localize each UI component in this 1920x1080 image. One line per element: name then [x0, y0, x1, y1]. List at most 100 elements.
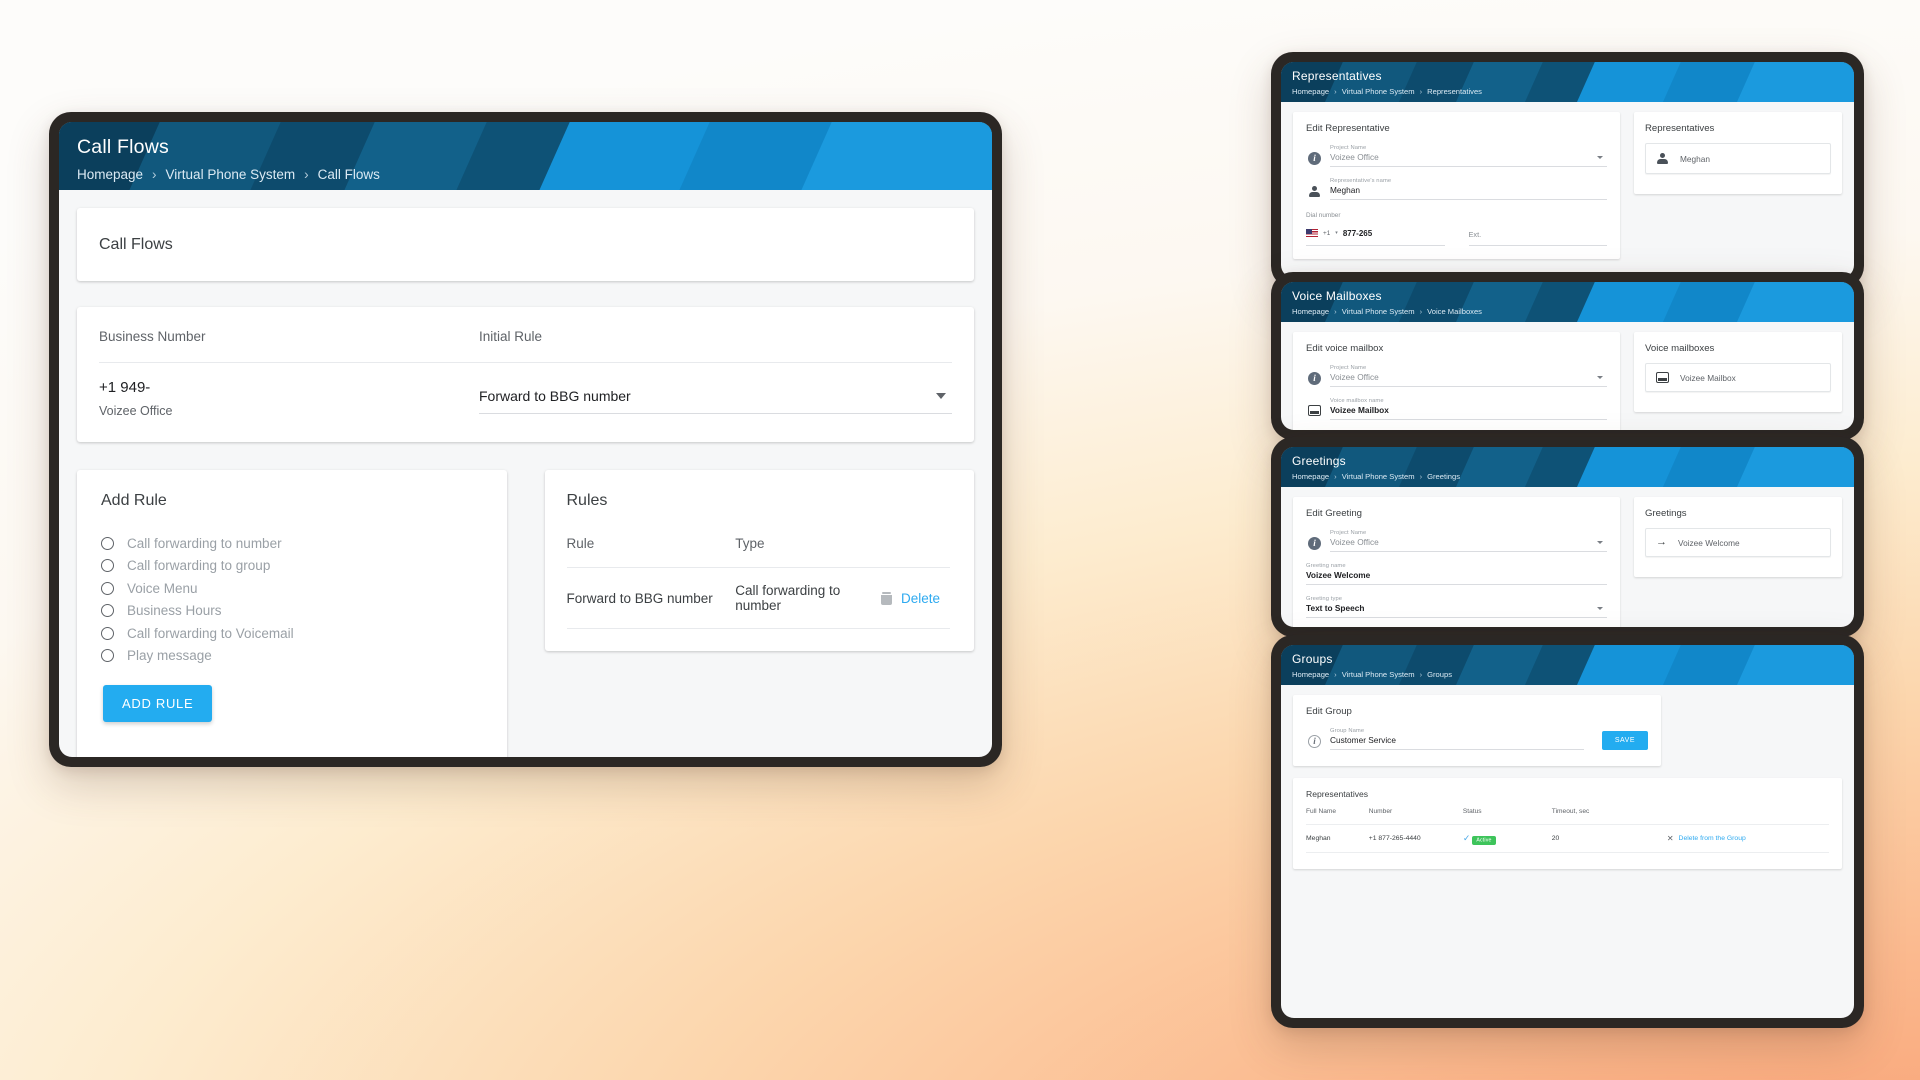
- chevron-right-icon: ›: [1334, 87, 1337, 96]
- field-project-name[interactable]: i Project Name Voizee Office: [1306, 530, 1607, 552]
- radio-icon[interactable]: [101, 536, 114, 550]
- breadcrumb-item-vps[interactable]: Virtual Phone System: [1342, 670, 1415, 679]
- chevron-down-icon: [936, 393, 946, 399]
- voice-mailboxes-window: Voice Mailboxes Homepage › Virtual Phone…: [1271, 272, 1864, 440]
- chevron-right-icon: ›: [1419, 87, 1423, 96]
- field-representative-name[interactable]: Representative's name Meghan: [1306, 178, 1607, 200]
- page-banner: Call Flows Homepage › Virtual Phone Syst…: [59, 122, 992, 190]
- field-greeting-type[interactable]: Greeting type Text to Speech: [1306, 596, 1607, 618]
- radio-icon[interactable]: [101, 649, 114, 663]
- panel-title: Voice Mailboxes: [1292, 289, 1382, 303]
- radio-option[interactable]: Call forwarding to number: [101, 532, 483, 555]
- call-flows-title-card: Call Flows: [77, 208, 974, 281]
- breadcrumb-item-homepage[interactable]: Homepage: [1292, 87, 1329, 96]
- field-project-name[interactable]: i Project Name Voizee Office: [1306, 145, 1607, 167]
- panel-content: Edit Group i Group Name Customer Service…: [1281, 685, 1854, 879]
- field-label: Greeting type: [1306, 596, 1343, 602]
- list-item[interactable]: Voizee Mailbox: [1645, 363, 1831, 392]
- delete-from-group-button[interactable]: ✕ Delete from the Group: [1667, 834, 1746, 843]
- person-icon: [1308, 185, 1321, 198]
- initial-rule-value: Forward to BBG number: [479, 388, 631, 404]
- panel-content: Edit Greeting i Project Name Voizee Offi…: [1281, 487, 1854, 627]
- close-icon: ✕: [1666, 834, 1674, 843]
- field-greeting-name[interactable]: Greeting name Voizee Welcome: [1306, 563, 1607, 585]
- rep-full-name-link[interactable]: Meghan: [1306, 824, 1369, 853]
- table-header-row: Full Name Number Status Timeout, sec: [1306, 808, 1829, 825]
- ext-label: Ext.: [1468, 230, 1482, 239]
- breadcrumb-item-homepage[interactable]: Homepage: [1292, 670, 1329, 679]
- chevron-right-icon: ›: [1419, 472, 1423, 481]
- breadcrumb-item-current: Call Flows: [317, 167, 380, 182]
- main-content: Call Flows Business Number Initial Rule …: [59, 190, 992, 757]
- breadcrumb-item-current: Groups: [1427, 670, 1453, 679]
- status-badge: Active: [1472, 835, 1496, 845]
- radio-option[interactable]: Call forwarding to group: [101, 555, 483, 578]
- breadcrumb-item-vps[interactable]: Virtual Phone System: [1342, 87, 1415, 96]
- field-label: Project Name: [1330, 145, 1367, 151]
- radio-icon[interactable]: [101, 559, 114, 573]
- radio-label: Play message: [127, 648, 212, 664]
- section-title: Call Flows: [99, 235, 173, 253]
- chevron-down-icon: [1597, 376, 1603, 379]
- field-label: Project Name: [1330, 530, 1367, 536]
- mailbox-icon: [1656, 372, 1669, 383]
- representatives-list-card: Representatives Meghan: [1634, 112, 1842, 194]
- edit-representative-card: Edit Representative i Project Name Voize…: [1293, 112, 1620, 259]
- breadcrumb-item-homepage[interactable]: Homepage: [77, 167, 143, 182]
- field-group-name[interactable]: i Group Name Customer Service: [1306, 728, 1584, 750]
- radio-icon[interactable]: [101, 626, 114, 640]
- person-icon: [1656, 152, 1669, 165]
- list-item[interactable]: Meghan: [1645, 143, 1831, 174]
- radio-icon[interactable]: [101, 604, 114, 618]
- breadcrumb-item-homepage[interactable]: Homepage: [1292, 307, 1329, 316]
- column-header-actions: [881, 536, 950, 568]
- list-item-label: Meghan: [1680, 153, 1710, 164]
- column-header-type: Type: [735, 536, 765, 551]
- group-representatives-table: Full Name Number Status Timeout, sec Meg…: [1306, 808, 1829, 853]
- greetings-screen: Greetings Homepage › Virtual Phone Syste…: [1281, 447, 1854, 627]
- breadcrumb-item-vps[interactable]: Virtual Phone System: [166, 167, 296, 182]
- initial-rule-select[interactable]: Forward to BBG number: [479, 385, 952, 414]
- rules-table-header: Rule Type: [567, 536, 951, 568]
- side-list-title: Greetings: [1645, 508, 1687, 519]
- greetings-window: Greetings Homepage › Virtual Phone Syste…: [1271, 437, 1864, 637]
- breadcrumb-item-vps[interactable]: Virtual Phone System: [1342, 307, 1415, 316]
- rule-name-link[interactable]: Forward to BBG number: [566, 567, 736, 629]
- field-value: Voizee Office: [1330, 537, 1607, 552]
- chevron-right-icon: ›: [1334, 472, 1337, 481]
- panel-content: Edit voice mailbox i Project Name Voizee…: [1281, 322, 1854, 430]
- arrow-right-icon: →: [1656, 536, 1667, 548]
- add-rule-options: Call forwarding to number Call forwardin…: [101, 532, 483, 722]
- radio-label: Voice Menu: [127, 580, 198, 596]
- radio-option[interactable]: Voice Menu: [101, 577, 483, 600]
- delete-rule-button[interactable]: Delete: [880, 591, 950, 606]
- chevron-down-icon: [1597, 541, 1603, 544]
- dial-number-row: +1 ▾ 877-265 Ext.: [1306, 224, 1607, 246]
- dial-number-group: Dial number +1 ▾ 877-265 Ext.: [1306, 212, 1607, 246]
- radio-option[interactable]: Play message: [101, 645, 483, 668]
- radio-icon[interactable]: [101, 581, 114, 595]
- info-icon: i: [1308, 372, 1321, 385]
- edit-voice-mailbox-card: Edit voice mailbox i Project Name Voizee…: [1293, 332, 1620, 430]
- dial-number-input[interactable]: +1 ▾ 877-265: [1306, 224, 1445, 246]
- groups-window: Groups Homepage › Virtual Phone System ›…: [1271, 635, 1864, 1028]
- add-rule-button[interactable]: ADD RULE: [103, 685, 213, 722]
- breadcrumb-item-vps[interactable]: Virtual Phone System: [1342, 472, 1415, 481]
- ext-input[interactable]: Ext.: [1468, 224, 1607, 246]
- radio-option[interactable]: Business Hours: [101, 600, 483, 623]
- group-representatives-card: Representatives Full Name Number Status …: [1293, 778, 1842, 869]
- list-item-label: Voizee Mailbox: [1680, 372, 1736, 383]
- field-voice-mailbox-name[interactable]: Voice mailbox name Voizee Mailbox: [1306, 398, 1607, 420]
- chevron-right-icon: ›: [152, 167, 157, 182]
- field-value: Voizee Office: [1330, 152, 1607, 167]
- breadcrumb-item-homepage[interactable]: Homepage: [1292, 472, 1329, 481]
- field-project-name[interactable]: i Project Name Voizee Office: [1306, 365, 1607, 387]
- column-header-business-number: Business Number: [99, 329, 206, 344]
- bottom-cards-row: Add Rule Call forwarding to number Call …: [77, 470, 974, 757]
- save-button[interactable]: SAVE: [1601, 731, 1648, 750]
- radio-option[interactable]: Call forwarding to Voicemail: [101, 622, 483, 645]
- field-value: Text to Speech: [1306, 603, 1607, 618]
- rep-number: +1 877-265-4440: [1368, 824, 1463, 853]
- group-name-row: i Group Name Customer Service SAVE: [1306, 717, 1648, 750]
- list-item[interactable]: → Voizee Welcome: [1645, 528, 1831, 557]
